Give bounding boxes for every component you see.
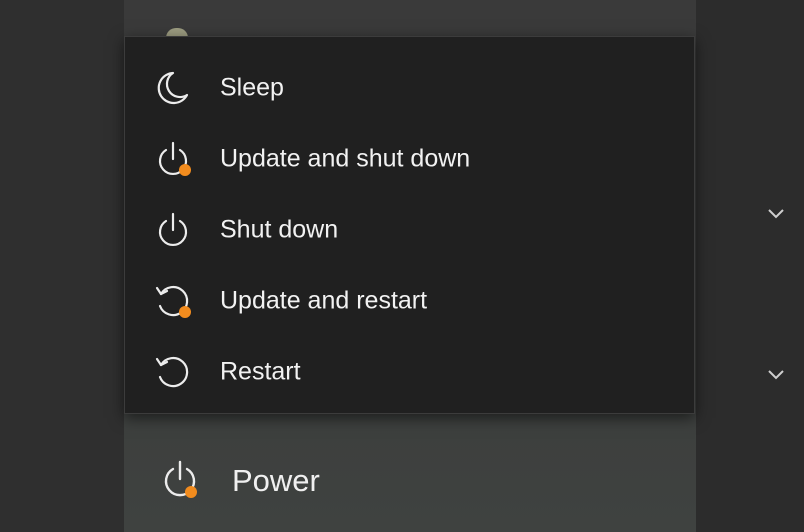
menu-item-label: Restart xyxy=(220,357,301,385)
menu-item-label: Update and shut down xyxy=(220,144,471,172)
chevron-down-icon[interactable] xyxy=(766,367,786,381)
restart-icon xyxy=(153,353,193,391)
menu-item-label: Shut down xyxy=(220,215,339,243)
chevron-down-icon[interactable] xyxy=(766,206,786,220)
update-badge xyxy=(179,306,191,318)
menu-item-label: Sleep xyxy=(220,73,284,101)
update-badge xyxy=(185,486,197,498)
menu-item-restart[interactable]: Restart xyxy=(125,336,694,407)
restart-update-icon xyxy=(153,282,193,320)
power-options-menu: Sleep Update and shut down Shut down Upd… xyxy=(124,36,695,414)
power-button-label: Power xyxy=(232,463,320,498)
power-update-icon xyxy=(158,458,202,502)
moon-icon xyxy=(153,69,193,107)
start-right-panel xyxy=(696,0,804,532)
menu-item-sleep[interactable]: Sleep xyxy=(125,52,694,123)
update-badge xyxy=(179,164,191,176)
menu-item-update-and-shut-down[interactable]: Update and shut down xyxy=(125,123,694,194)
power-icon xyxy=(153,211,193,249)
power-update-icon xyxy=(153,140,193,178)
power-button[interactable]: Power xyxy=(124,432,696,532)
menu-item-update-and-restart[interactable]: Update and restart xyxy=(125,265,694,336)
start-left-rail xyxy=(0,0,124,532)
menu-item-shut-down[interactable]: Shut down xyxy=(125,194,694,265)
menu-item-label: Update and restart xyxy=(220,286,428,314)
